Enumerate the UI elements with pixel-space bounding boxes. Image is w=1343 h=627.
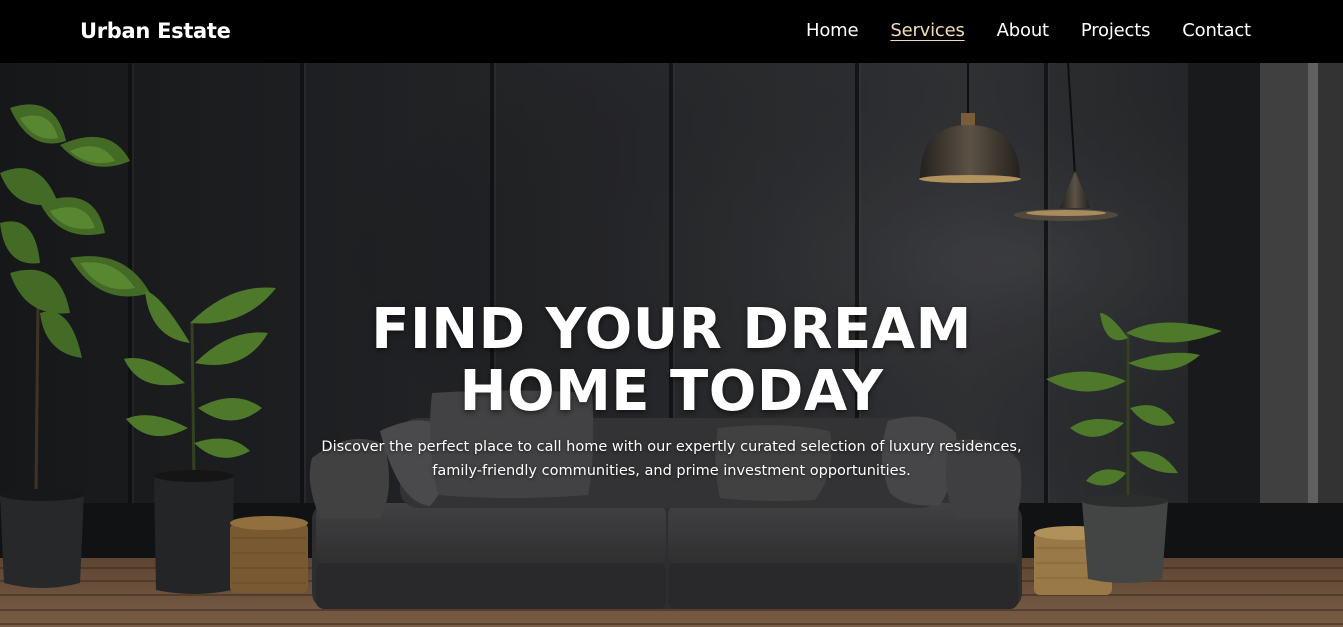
hero-title: FIND YOUR DREAM HOME TODAY <box>371 297 972 424</box>
hero-content: FIND YOUR DREAM HOME TODAY Discover the … <box>0 299 1343 483</box>
nav-link-contact[interactable]: Contact <box>1182 20 1251 41</box>
nav-link-home[interactable]: Home <box>806 20 859 41</box>
hero-subtitle: Discover the perfect place to call home … <box>321 439 1022 479</box>
nav-link-projects[interactable]: Projects <box>1081 20 1151 41</box>
brand-logo[interactable]: Urban Estate <box>80 19 231 43</box>
nav-menu: Home Services About Projects Contact <box>806 20 1251 41</box>
nav-link-services[interactable]: Services <box>890 20 965 41</box>
hero-section: FIND YOUR DREAM HOME TODAY Discover the … <box>0 63 1343 627</box>
navbar: Urban Estate Home Services About Project… <box>0 0 1343 63</box>
nav-link-about[interactable]: About <box>997 20 1049 41</box>
